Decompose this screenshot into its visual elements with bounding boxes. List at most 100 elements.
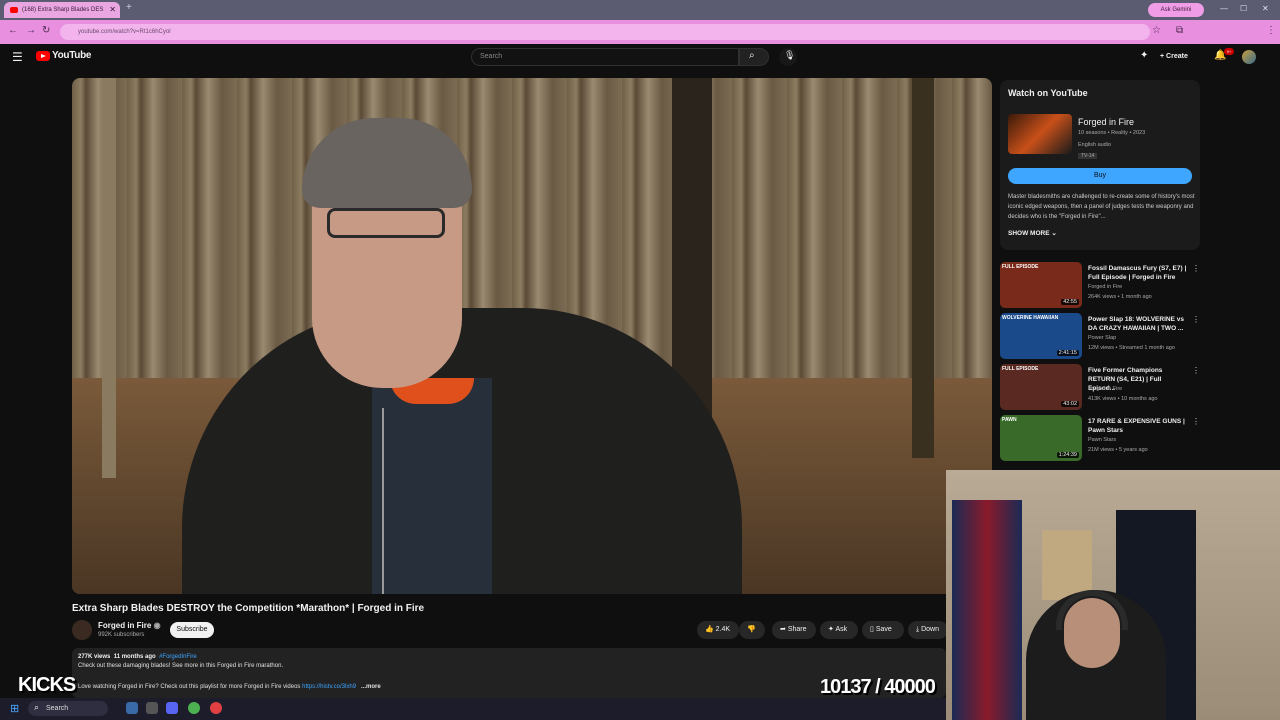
bookmark-star-icon[interactable]: ☆ xyxy=(1152,25,1161,36)
browser-tab[interactable]: (168) Extra Sharp Blades DES ✕ xyxy=(4,2,120,18)
more-actions-icon[interactable]: ⋮ xyxy=(1192,366,1200,375)
patriotic-flag xyxy=(952,500,1022,720)
description-box[interactable] xyxy=(72,648,946,698)
channel-name-text: Forged in Fire xyxy=(98,621,152,630)
taskbar-app-icon[interactable] xyxy=(126,702,138,714)
show-rating-badge: TV-14 xyxy=(1078,153,1098,159)
webcam-overlay xyxy=(946,470,1280,720)
ask-gemini-button[interactable]: Ask Gemini xyxy=(1148,3,1204,17)
show-thumbnail[interactable] xyxy=(1008,114,1072,154)
more-actions-icon[interactable]: ⋮ xyxy=(1192,417,1200,426)
like-button[interactable]: 👍 2.4K xyxy=(697,621,739,639)
dislike-button[interactable]: 👎 xyxy=(739,621,765,639)
recommendation-item[interactable]: FULL EPISODE 43:02 Five Former Champions … xyxy=(1000,364,1200,412)
reload-icon[interactable]: ↻ xyxy=(42,25,50,36)
kicks-overlay: KICKS xyxy=(18,674,76,696)
thumbnail-badge: PAWN xyxy=(1002,417,1017,423)
video-duration: 43:02 xyxy=(1061,401,1079,407)
more-actions-icon[interactable]: ⋮ xyxy=(1192,315,1200,324)
buy-button[interactable]: Buy xyxy=(1008,168,1192,184)
voice-search-button[interactable]: 🎙 xyxy=(779,48,797,66)
view-count: 277K views xyxy=(78,654,111,660)
discord-icon[interactable] xyxy=(166,702,178,714)
recommendation-channel[interactable]: Power Slap xyxy=(1088,335,1116,341)
subscriber-count: 992K subscribers xyxy=(98,632,145,638)
tree-trunk xyxy=(102,78,116,478)
person-hair xyxy=(302,118,472,208)
description-text: Love watching Forged in Fire? Check out … xyxy=(78,684,301,690)
close-window-button[interactable]: ✕ xyxy=(1262,4,1269,13)
browser-tab-bar xyxy=(0,0,1280,20)
file-explorer-icon[interactable] xyxy=(146,702,158,714)
taskbar-search[interactable]: Search xyxy=(28,701,108,716)
description-link[interactable]: https://histv.co/3lxh9 xyxy=(302,684,356,690)
description-line: Love watching Forged in Fire? Check out … xyxy=(78,684,381,690)
search-icon: ⌕ xyxy=(749,50,755,61)
youtube-logo-icon[interactable] xyxy=(36,51,50,61)
extensions-icon[interactable]: ⧉ xyxy=(1176,25,1183,36)
maximize-button[interactable]: ☐ xyxy=(1240,4,1247,13)
recommendation-channel[interactable]: Pawn Stars xyxy=(1088,437,1116,443)
chrome-icon[interactable] xyxy=(188,702,200,714)
bookmark-icon: ▯ xyxy=(870,626,874,633)
jacket-zipper xyxy=(382,408,384,594)
save-button[interactable]: ▯ Save xyxy=(862,621,904,639)
search-icon: ⌕ xyxy=(34,702,40,712)
cast-icon[interactable]: ✦ xyxy=(1140,50,1148,61)
youtube-favicon-icon xyxy=(10,7,18,13)
show-more-button[interactable]: SHOW MORE ⌄ xyxy=(1008,229,1057,237)
ask-button[interactable]: ✦ Ask xyxy=(820,621,858,639)
address-bar[interactable]: youtube.com/watch?v=Rt1c6hCyol xyxy=(60,24,1150,40)
card-heading: Watch on YouTube xyxy=(1008,88,1088,98)
chevron-down-icon: ⌄ xyxy=(1051,230,1057,237)
obs-icon[interactable] xyxy=(210,702,222,714)
download-button[interactable]: ⤓ Down xyxy=(908,621,948,639)
verified-icon: ◉ xyxy=(153,621,161,630)
create-button[interactable]: + Create xyxy=(1160,50,1204,64)
share-button[interactable]: ➦ Share xyxy=(772,621,816,639)
youtube-logo-text[interactable]: YouTube xyxy=(52,50,92,61)
forward-icon[interactable]: → xyxy=(26,25,36,36)
search-button[interactable]: ⌕ xyxy=(739,48,769,66)
download-label: Down xyxy=(921,626,939,633)
search-input[interactable]: Search xyxy=(471,48,739,66)
recommendation-title[interactable]: Power Slap 18: WOLVERINE vs DA CRAZY HAW… xyxy=(1088,315,1188,333)
recommendation-channel[interactable]: Forged in Fire xyxy=(1088,386,1122,392)
video-title: Extra Sharp Blades DESTROY the Competiti… xyxy=(72,603,425,614)
video-player[interactable] xyxy=(72,78,992,594)
channel-name[interactable]: Forged in Fire ◉ xyxy=(98,621,161,630)
hamburger-menu-icon[interactable]: ☰ xyxy=(12,50,23,64)
tab-close-icon[interactable]: ✕ xyxy=(109,2,116,18)
subscribe-button[interactable]: Subscribe xyxy=(170,622,214,638)
video-thumbnail[interactable]: FULL EPISODE 43:02 xyxy=(1000,364,1082,410)
recommendation-item[interactable]: FULL EPISODE 42:55 Fossil Damascus Fury (… xyxy=(1000,262,1200,310)
account-avatar[interactable] xyxy=(1242,50,1256,64)
recommendation-title[interactable]: 17 RARE & EXPENSIVE GUNS | Pawn Stars xyxy=(1088,417,1188,435)
recommendation-channel[interactable]: Forged in Fire xyxy=(1088,284,1122,290)
video-thumbnail[interactable]: PAWN 1:24:39 xyxy=(1000,415,1082,461)
recommendation-title[interactable]: Fossil Damascus Fury (S7, E7) | Full Epi… xyxy=(1088,264,1188,282)
show-title[interactable]: Forged in Fire xyxy=(1078,117,1134,127)
share-icon: ➦ xyxy=(780,626,786,633)
windows-start-icon[interactable]: ⊞ xyxy=(10,702,19,715)
person-glasses xyxy=(327,208,445,238)
more-button[interactable]: ...more xyxy=(361,684,381,690)
new-tab-button[interactable]: + xyxy=(126,2,132,13)
recommendation-meta: 264K views • 1 month ago xyxy=(1088,294,1152,300)
back-icon[interactable]: ← xyxy=(8,25,18,36)
channel-avatar[interactable] xyxy=(72,620,92,640)
browser-menu-icon[interactable]: ⋮ xyxy=(1266,25,1276,36)
watch-on-youtube-card xyxy=(1000,80,1200,250)
thumbnail-badge: FULL EPISODE xyxy=(1002,366,1039,372)
video-thumbnail[interactable]: WOLVERINE HAWAIIAN 2:41:15 xyxy=(1000,313,1082,359)
minimize-button[interactable]: — xyxy=(1220,4,1228,13)
upload-age: 11 months ago xyxy=(113,654,156,660)
recommendation-item[interactable]: WOLVERINE HAWAIIAN 2:41:15 Power Slap 18:… xyxy=(1000,313,1200,361)
more-actions-icon[interactable]: ⋮ xyxy=(1192,264,1200,273)
hashtag-link[interactable]: #ForgedInFire xyxy=(159,654,197,660)
description-line: Check out these damaging blades! See mor… xyxy=(78,663,284,669)
recommendation-meta: 413K views • 10 months ago xyxy=(1088,396,1158,402)
person-shirt xyxy=(372,378,492,594)
video-thumbnail[interactable]: FULL EPISODE 42:55 xyxy=(1000,262,1082,308)
recommendation-item[interactable]: PAWN 1:24:39 17 RARE & EXPENSIVE GUNS | P… xyxy=(1000,415,1200,463)
